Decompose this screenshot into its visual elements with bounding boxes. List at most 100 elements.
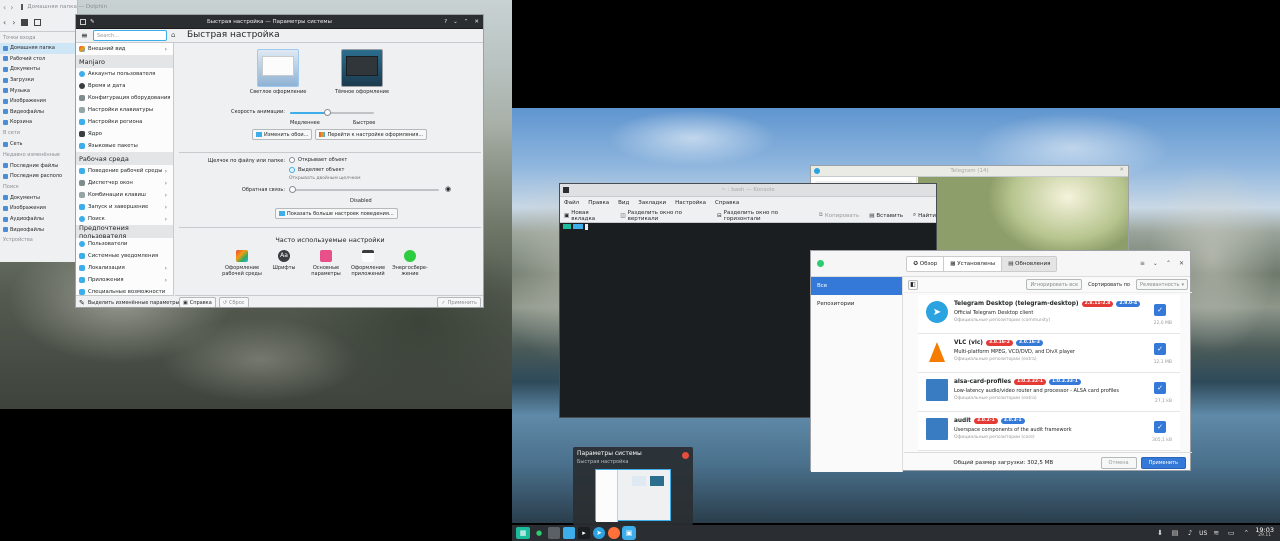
view-list-icon[interactable]	[21, 4, 24, 10]
telegram-titlebar[interactable]: Telegram (14) ✕	[811, 166, 1128, 177]
pin-icon[interactable]: ✎	[90, 19, 95, 25]
update-row[interactable]: ➤ Telegram Desktop (telegram-desktop) 2.8…	[918, 295, 1180, 334]
terminal-prompt-line[interactable]	[560, 223, 936, 230]
sidebar-item-shortcuts[interactable]: Комбинации клавиш ›	[76, 189, 173, 201]
copy-button[interactable]: ⧉ Копировать	[819, 212, 859, 219]
sidebar-all[interactable]: Все	[811, 277, 902, 295]
update-row[interactable]: VLC (vlc) 3.0.16-2 3.0.16-3 Multi-platform…	[918, 334, 1180, 373]
volume-tray-icon[interactable]: ♪	[1184, 527, 1196, 539]
search-input[interactable]: Search...	[93, 30, 167, 41]
pager-icon[interactable]	[548, 527, 560, 539]
menu-settings[interactable]: Настройка	[675, 200, 706, 206]
help-icon[interactable]: ?	[444, 19, 447, 25]
cancel-button[interactable]: Отмена	[1100, 456, 1137, 469]
sidebar-item-users[interactable]: Пользователи	[76, 238, 173, 250]
place-home[interactable]: Домашняя папка	[0, 43, 77, 54]
konsole-taskbar-icon[interactable]: ▸	[578, 527, 590, 539]
feedback-slider[interactable]	[289, 186, 439, 195]
pamac-taskbar-icon[interactable]: ●	[533, 527, 545, 539]
network-tray-icon[interactable]: ≋	[1210, 527, 1222, 539]
menu-bookmarks[interactable]: Закладки	[638, 200, 666, 206]
forward-arrow-icon[interactable]: ›	[12, 18, 15, 27]
compact-view-icon[interactable]	[34, 19, 42, 26]
files-taskbar-icon[interactable]	[563, 527, 575, 539]
keyboard-layout-indicator[interactable]: US	[1199, 530, 1207, 537]
home-icon[interactable]: ⌂	[171, 31, 175, 39]
maximize-icon[interactable]: ⌃	[464, 19, 469, 25]
radio-select-option[interactable]: Выделяет объект	[289, 167, 344, 173]
recent-files[interactable]: Последние файлы	[0, 160, 77, 171]
settings-titlebar[interactable]: ✎ Быстрая настройка — Параметры системы …	[76, 15, 483, 29]
pamac-maximize-icon[interactable]: ⌃	[1166, 260, 1171, 267]
telegram-taskbar-icon[interactable]: ➤	[593, 527, 605, 539]
highlight-changed-button[interactable]: ✎ Выделить изменённые параметры	[76, 295, 179, 307]
pamac-close-icon[interactable]: ✕	[1179, 260, 1184, 267]
update-row[interactable]: audit 3.0.2-1 3.0.3-1 Userspace components…	[918, 412, 1180, 451]
sidebar-item-keyboard[interactable]: Настройки клавиатуры	[76, 104, 173, 116]
radio-select[interactable]	[289, 167, 295, 173]
tab-browse[interactable]: ✪ Обзор	[907, 256, 944, 271]
app-launcher-icon[interactable]: ▦	[516, 527, 530, 539]
sidebar-item-applications[interactable]: Приложения ›	[76, 274, 173, 286]
light-theme-thumbnail[interactable]	[257, 49, 299, 87]
sidebar-item-hardware[interactable]: Конфигурация оборудования	[76, 92, 173, 104]
place-desktop[interactable]: Рабочий стол	[0, 54, 77, 65]
sidebar-toggle-icon[interactable]: ◧	[908, 279, 918, 290]
animation-speed-slider[interactable]	[290, 109, 374, 118]
close-icon[interactable]: ✕	[474, 19, 479, 25]
find-button[interactable]: ⌕ Найти	[913, 212, 936, 219]
sidebar-item-datetime[interactable]: Время и дата	[76, 80, 173, 92]
paste-button[interactable]: ▤ Вставить	[869, 213, 903, 219]
pamac-minimize-icon[interactable]: ⌄	[1153, 260, 1158, 267]
radio-open-option[interactable]: Открывает объект	[289, 157, 347, 163]
sidebar-item-workspace-behavior[interactable]: Поведение рабочей среды ›	[76, 165, 173, 177]
more-behavior-settings-button[interactable]: Показать больше настроек поведения...	[275, 208, 398, 219]
place-network[interactable]: Сеть	[0, 139, 77, 150]
hamburger-menu-icon[interactable]: ≡	[81, 32, 88, 40]
sidebar-repositories[interactable]: Репозитории	[811, 295, 902, 313]
help-button[interactable]: ▣ Справка	[179, 297, 216, 307]
sidebar-item-appearance[interactable]: Внешний вид ›	[76, 43, 173, 55]
apply-button[interactable]: ✓ Применить	[437, 297, 481, 307]
place-documents[interactable]: Документы	[0, 64, 77, 75]
change-wallpaper-button[interactable]: Изменить обои...	[252, 129, 313, 140]
update-checkbox[interactable]: ✓	[1154, 304, 1166, 316]
back-arrow-icon[interactable]: ‹	[3, 18, 6, 27]
grid-view-icon[interactable]	[21, 19, 29, 26]
tab-updates[interactable]: ▤ Обновления	[1001, 256, 1057, 271]
sidebar-item-startup[interactable]: Запуск и завершение ›	[76, 201, 173, 213]
switcher-window-preview[interactable]	[595, 469, 671, 522]
search-audio[interactable]: Аудиофайлы	[0, 214, 77, 225]
telegram-close-icon[interactable]: ✕	[1119, 167, 1124, 173]
search-video[interactable]: Видеофайлы	[0, 224, 77, 235]
update-checkbox[interactable]: ✓	[1154, 382, 1166, 394]
window-menu-icon[interactable]	[80, 18, 86, 25]
reset-button[interactable]: ↺ Сброс	[218, 297, 249, 307]
place-downloads[interactable]: Загрузки	[0, 75, 77, 86]
sidebar-item-accounts[interactable]: Аккаунты пользователя	[76, 68, 173, 80]
tab-installed[interactable]: ▦ Установлены	[943, 256, 1002, 271]
dark-theme-thumbnail[interactable]	[341, 49, 383, 87]
search-documents[interactable]: Документы	[0, 193, 77, 204]
new-tab-button[interactable]: ▣ Новая вкладка	[564, 210, 610, 222]
settings-taskbar-icon[interactable]: ▣	[622, 526, 636, 540]
pamac-menu-icon[interactable]: ≡	[1140, 260, 1145, 267]
frequent-fonts[interactable]: Aa Шрифты	[263, 250, 305, 278]
update-checkbox[interactable]: ✓	[1154, 343, 1166, 355]
konsole-titlebar[interactable]: ~ : bash — Konsole	[560, 184, 936, 197]
tray-expand-icon[interactable]: ⌃	[1240, 527, 1252, 539]
recent-locations[interactable]: Последние располо	[0, 171, 77, 182]
appearance-settings-button[interactable]: Перейти к настройке оформления...	[315, 129, 428, 140]
sidebar-item-kernel[interactable]: Ядро	[76, 128, 173, 140]
frequent-power[interactable]: Энергосбере­жение	[389, 250, 431, 278]
sidebar-item-accessibility[interactable]: Специальные возможности	[76, 286, 173, 295]
search-images[interactable]: Изображения	[0, 203, 77, 214]
menu-help[interactable]: Справка	[715, 200, 739, 206]
menu-file[interactable]: Файл	[564, 200, 579, 206]
place-pictures[interactable]: Изображения	[0, 96, 77, 107]
split-horizontal-button[interactable]: ⊟ Разделить окно по горизонтали	[717, 210, 809, 222]
switcher-close-icon[interactable]	[682, 452, 689, 459]
battery-tray-icon[interactable]: ▭	[1225, 527, 1237, 539]
sidebar-item-locale[interactable]: Настройки региона	[76, 116, 173, 128]
sidebar-item-search[interactable]: Поиск ›	[76, 213, 173, 225]
